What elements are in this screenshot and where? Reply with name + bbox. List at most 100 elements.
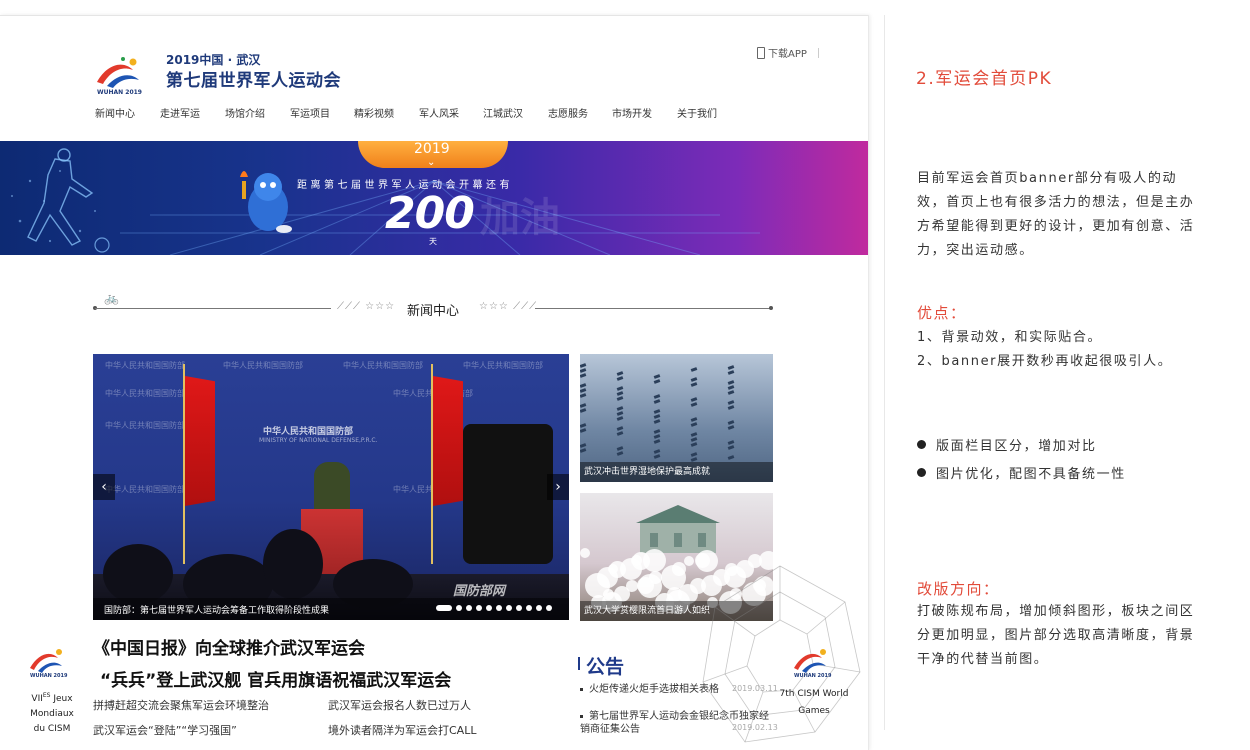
- bird-shape: [580, 423, 587, 428]
- bird-shape: [727, 455, 735, 460]
- blossom-shape: [637, 577, 654, 594]
- badge-logo-text: WUHAN 2019: [794, 673, 832, 678]
- carousel-pagination[interactable]: [436, 605, 552, 611]
- countdown-days: 200: [385, 188, 475, 239]
- blossom-shape: [580, 548, 590, 558]
- divider-line: [95, 308, 331, 309]
- bird-shape: [580, 443, 587, 448]
- logo-title[interactable]: 第七届世界军人运动会: [166, 66, 341, 91]
- news-thumb[interactable]: 武汉冲击世界湿地保护最高成就: [580, 354, 773, 482]
- stars-decoration-icon: ⟋⟋⟋ ☆☆☆: [337, 301, 396, 312]
- notice-title[interactable]: 公告: [586, 652, 624, 679]
- bird-shape: [653, 399, 661, 404]
- carousel-prev-arrow-icon[interactable]: ‹: [93, 474, 115, 500]
- section-title[interactable]: 新闻中心: [407, 300, 459, 319]
- news-section-header: ⟋⟋⟋ ☆☆☆ 新闻中心 ☆☆☆ ⟋⟋⟋: [93, 299, 773, 319]
- nav-item-about-us[interactable]: 关于我们: [677, 105, 717, 120]
- countdown-unit: 天: [429, 237, 437, 246]
- bird-shape: [616, 451, 624, 456]
- bird-shape: [580, 368, 587, 373]
- bird-shape: [580, 373, 587, 378]
- badge-right-text: 7th CISM World Games: [779, 689, 849, 716]
- bird-shape: [727, 445, 735, 450]
- carousel-dot[interactable]: [476, 605, 482, 611]
- bird-shape: [727, 370, 735, 375]
- nav-item-wuhan[interactable]: 江城武汉: [483, 105, 548, 120]
- flag: [433, 376, 463, 506]
- divider-line: [535, 308, 771, 309]
- carousel-dot[interactable]: [466, 605, 472, 611]
- bird-shape: [580, 383, 587, 388]
- bird-shape: [690, 367, 698, 372]
- carousel-caption[interactable]: 国防部：第七届世界军人运动会筹备工作取得阶段性成果: [104, 603, 329, 616]
- blossom-shape: [608, 564, 618, 574]
- podium-sign: 中华人民共和国国防部: [263, 427, 354, 437]
- carousel-dot[interactable]: [516, 605, 522, 611]
- cism-logo-icon: WUHAN 2019: [794, 649, 832, 678]
- download-label: 下载APP: [768, 49, 807, 60]
- svg-text:加油: 加油: [480, 195, 560, 241]
- direction-title: 改版方向：: [917, 580, 1000, 598]
- notice-text-cont: 销商征集公告: [580, 724, 640, 735]
- carousel-dot[interactable]: [526, 605, 532, 611]
- column-divider: [884, 15, 885, 730]
- nav-item-videos[interactable]: 精彩视频: [354, 105, 419, 120]
- bird-shape: [580, 393, 587, 398]
- nav-item-marketing[interactable]: 市场开发: [612, 105, 677, 120]
- headline-link[interactable]: “兵兵”登上武汉舰 官兵用旗语祝福武汉军运会: [100, 666, 451, 691]
- news-carousel[interactable]: 中华人民共和国国防部 中华人民共和国国防部 中华人民共和国国防部 中华人民共和国…: [93, 354, 569, 620]
- badge-left-text: VIIES Jeux Mondiaux du CISM: [30, 692, 74, 734]
- nav-item-about-games[interactable]: 走进军运: [160, 105, 225, 120]
- bullet-icon: [917, 440, 926, 449]
- pros-item: 1、背景动效，和实际贴合。: [917, 330, 1103, 345]
- bird-shape: [580, 403, 587, 408]
- bird-shape: [616, 416, 624, 421]
- chevron-down-icon[interactable]: ⌄: [427, 157, 435, 168]
- phone-icon: [757, 46, 765, 59]
- bird-shape: [616, 431, 624, 436]
- bird-shape: [580, 428, 587, 433]
- carousel-dot[interactable]: [546, 605, 552, 611]
- carousel-next-arrow-icon[interactable]: ›: [547, 474, 569, 500]
- flag-pole: [431, 364, 433, 564]
- bird-shape: [727, 405, 735, 410]
- nav-item-soldiers[interactable]: 军人风采: [419, 105, 483, 120]
- news-list-item[interactable]: 武汉军运会报名人数已过万人: [328, 697, 471, 713]
- wall-text: 中华人民共和国国防部: [105, 389, 185, 398]
- banner-year: 2019: [414, 141, 450, 157]
- carousel-dot[interactable]: [486, 605, 492, 611]
- carousel-dot[interactable]: [456, 605, 462, 611]
- wall-text: 中华人民共和国国防部: [223, 361, 303, 370]
- nav-item-news[interactable]: 新闻中心: [95, 105, 160, 120]
- download-app-link[interactable]: 下载APP: [757, 45, 819, 60]
- headline-link[interactable]: 《中国日报》向全球推介武汉军运会: [93, 634, 365, 659]
- news-list-item[interactable]: 拼搏赶超交流会聚焦军运会环境整治: [93, 697, 269, 713]
- audience: [103, 544, 173, 604]
- top-border: [0, 15, 868, 16]
- news-list-item[interactable]: 境外读者隔洋为军运会打CALL: [328, 722, 476, 738]
- bird-shape: [580, 388, 587, 393]
- bird-shape: [653, 419, 661, 424]
- issue-item: 版面栏目区分，增加对比: [917, 435, 1097, 454]
- carousel-dot[interactable]: [436, 605, 452, 611]
- games-logo-icon[interactable]: WUHAN 2019: [93, 52, 159, 96]
- podium-sign-english: MINISTRY OF NATIONAL DEFENSE,P.R.C.: [259, 437, 378, 444]
- thumb-caption: 武汉大学赏樱限流首日游人如织: [584, 606, 711, 616]
- nav-item-volunteers[interactable]: 志愿服务: [548, 105, 612, 120]
- carousel-dot[interactable]: [536, 605, 542, 611]
- direction-text: 打破陈规布局，增加倾斜图形，板块之间区分更加明显，图片部分选取高清晰度，背景干净…: [917, 604, 1195, 667]
- nav-item-events[interactable]: 军运项目: [290, 105, 354, 120]
- bird-shape: [580, 448, 587, 453]
- bird-shape: [690, 442, 698, 447]
- flag: [185, 376, 215, 506]
- review-intro: 目前军运会首页banner部分有吸人的动效，首页上也有很多活力的想法，但是主办方…: [917, 171, 1195, 258]
- notice-title-marker: [578, 657, 580, 670]
- divider-dot: [769, 306, 773, 310]
- news-list-item[interactable]: 武汉军运会“登陆”“学习强国”: [93, 722, 237, 738]
- countdown-banner[interactable]: 加油 2019 ⌄ 距离第七届世界军人运动会开幕还有 200 天: [0, 141, 868, 255]
- nav-item-venues[interactable]: 场馆介绍: [225, 105, 290, 120]
- bird-shape: [580, 363, 587, 368]
- carousel-dot[interactable]: [506, 605, 512, 611]
- carousel-dot[interactable]: [496, 605, 502, 611]
- cism-logo-icon: WUHAN 2019: [30, 649, 68, 678]
